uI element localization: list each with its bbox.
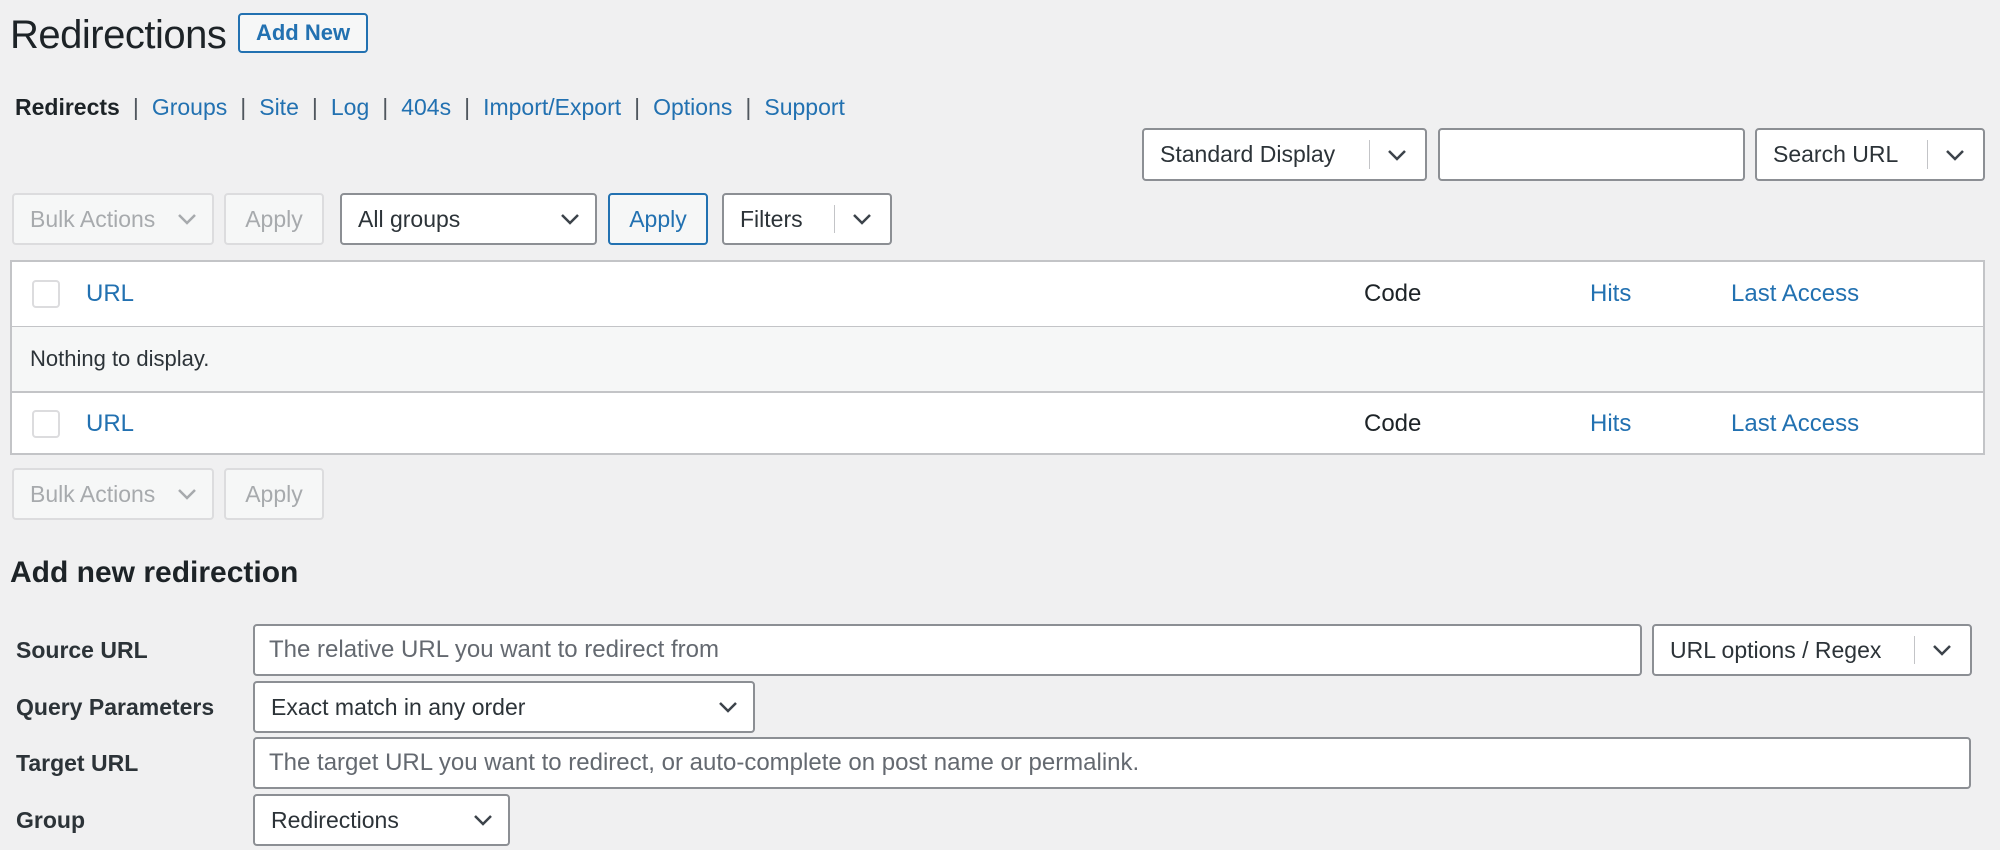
subnav-item-import-export[interactable]: Import/Export — [483, 94, 621, 121]
subnav-separator: | — [240, 93, 247, 120]
table-footer-row: URL Code Hits Last Access — [12, 392, 1983, 456]
search-type-value: Search URL — [1773, 141, 1899, 167]
column-url[interactable]: URL — [86, 262, 134, 326]
query-params-select[interactable]: Exact match in any order — [253, 681, 755, 733]
table-header-row: URL Code Hits Last Access — [12, 262, 1983, 328]
bulk-actions-value: Bulk Actions — [30, 205, 156, 232]
subnav-separator: | — [464, 93, 471, 120]
bulk-actions-value: Bulk Actions — [30, 480, 156, 507]
display-mode-value: Standard Display — [1160, 141, 1336, 167]
chevron-down-icon — [1927, 130, 1983, 179]
query-params-label: Query Parameters — [16, 693, 215, 720]
group-label: Group — [16, 806, 85, 833]
column-url[interactable]: URL — [86, 392, 134, 456]
bulk-actions-select[interactable]: Bulk Actions — [12, 193, 214, 245]
select-all-checkbox[interactable] — [32, 280, 60, 308]
redirects-table: URL Code Hits Last Access Nothing to dis… — [10, 260, 1985, 455]
column-last-access[interactable]: Last Access — [1731, 392, 1859, 456]
target-url-input[interactable] — [253, 737, 1971, 789]
source-url-input[interactable] — [253, 624, 1642, 676]
chevron-down-icon — [178, 214, 196, 225]
add-redirection-title: Add new redirection — [10, 556, 299, 589]
subnav-separator: | — [634, 93, 641, 120]
target-url-label: Target URL — [16, 749, 139, 776]
column-hits[interactable]: Hits — [1590, 262, 1631, 326]
subnav-item-site[interactable]: Site — [259, 94, 299, 121]
chevron-down-icon — [561, 214, 579, 225]
subnav-item-groups[interactable]: Groups — [152, 94, 227, 121]
table-empty-row: Nothing to display. — [12, 327, 1983, 393]
group-select[interactable]: Redirections — [253, 794, 510, 846]
source-url-label: Source URL — [16, 636, 148, 663]
chevron-down-icon — [474, 815, 492, 826]
group-filter-value: All groups — [358, 205, 461, 232]
subnav-item-support[interactable]: Support — [764, 94, 845, 121]
query-params-value: Exact match in any order — [271, 693, 526, 720]
url-options-value: URL options / Regex — [1670, 636, 1882, 663]
subnav-separator: | — [745, 93, 752, 120]
select-all-checkbox[interactable] — [32, 410, 60, 438]
column-hits[interactable]: Hits — [1590, 392, 1631, 456]
url-options-select[interactable]: URL options / Regex — [1652, 624, 1972, 676]
search-input[interactable] — [1438, 128, 1745, 181]
chevron-down-icon — [1914, 626, 1970, 674]
subnav-separator: | — [311, 93, 318, 120]
group-filter-select[interactable]: All groups — [340, 193, 597, 245]
display-mode-select[interactable]: Standard Display — [1142, 128, 1427, 181]
group-apply-button[interactable]: Apply — [608, 193, 708, 245]
chevron-down-icon — [178, 489, 196, 500]
chevron-down-icon — [1369, 130, 1425, 179]
subnav-item-404s[interactable]: 404s — [401, 94, 451, 121]
chevron-down-icon — [834, 195, 890, 243]
add-new-button[interactable]: Add New — [238, 13, 368, 53]
chevron-down-icon — [719, 702, 737, 713]
page-title: Redirections — [10, 13, 227, 57]
group-value: Redirections — [271, 806, 399, 833]
filters-select[interactable]: Filters — [722, 193, 892, 245]
bulk-apply-button[interactable]: Apply — [224, 193, 324, 245]
subnav-item-log[interactable]: Log — [331, 94, 369, 121]
search-type-select[interactable]: Search URL — [1755, 128, 1985, 181]
column-last-access[interactable]: Last Access — [1731, 262, 1859, 326]
subnav: Redirects | Groups | Site | Log | 404s |… — [15, 92, 845, 122]
empty-message: Nothing to display. — [30, 346, 210, 371]
subnav-separator: | — [382, 93, 389, 120]
bulk-actions-select-bottom[interactable]: Bulk Actions — [12, 468, 214, 520]
column-code: Code — [1364, 410, 1422, 437]
column-code: Code — [1364, 280, 1422, 307]
bulk-apply-button-bottom[interactable]: Apply — [224, 468, 324, 520]
filters-value: Filters — [740, 205, 803, 232]
subnav-item-options[interactable]: Options — [653, 94, 732, 121]
subnav-item-redirects[interactable]: Redirects — [15, 94, 120, 121]
subnav-separator: | — [132, 93, 139, 120]
